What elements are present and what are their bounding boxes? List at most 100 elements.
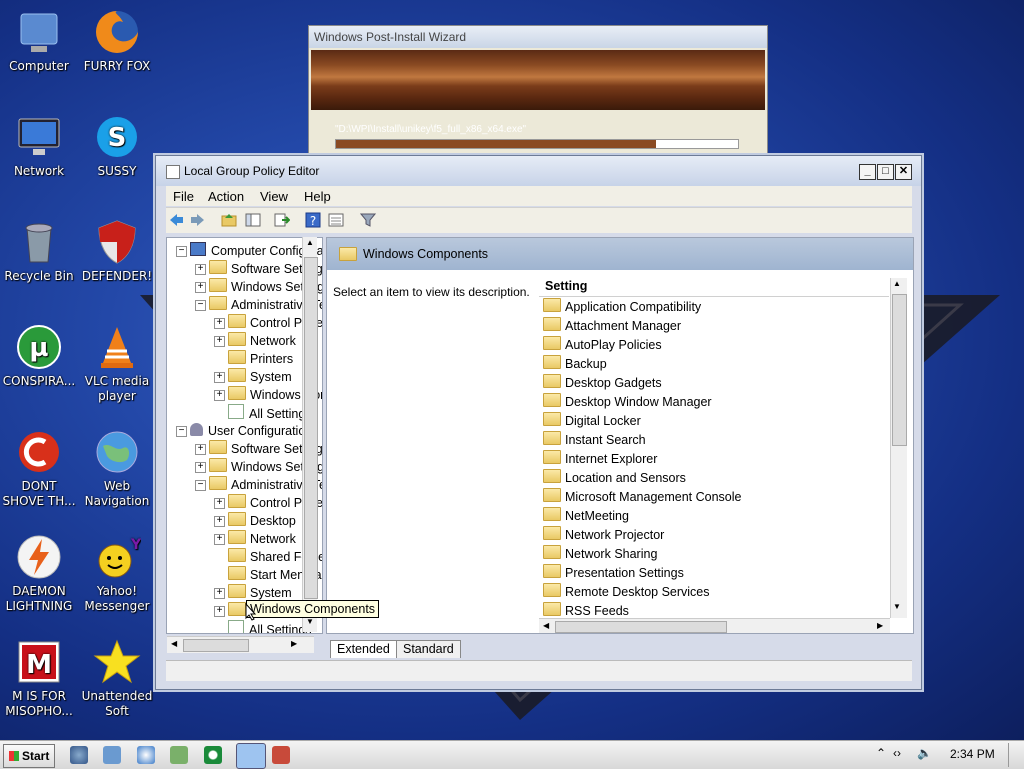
tree-hscroll-thumb[interactable] <box>183 639 249 652</box>
list-item[interactable]: Internet Explorer <box>543 450 657 469</box>
menu-view[interactable]: View <box>260 189 288 204</box>
gpo-taskbar-icon[interactable] <box>236 743 266 769</box>
desktop-icon-star[interactable]: Unattended Soft <box>78 638 156 719</box>
list-scroll-right-icon[interactable]: ▶ <box>877 621 883 630</box>
scroll-down-arrow-icon[interactable]: ▼ <box>304 617 316 631</box>
list-vertical-scrollbar[interactable]: ▲ ▼ <box>890 278 907 618</box>
collapse-icon[interactable]: − <box>195 300 206 311</box>
close-button[interactable]: ✕ <box>895 164 912 180</box>
menu-action[interactable]: Action <box>208 189 244 204</box>
desktop-icon-skype[interactable]: S SUSSY <box>78 113 156 179</box>
clock[interactable]: 2:34 PM <box>950 747 995 761</box>
collapse-icon[interactable]: − <box>176 246 187 257</box>
explorer-icon[interactable] <box>103 746 121 764</box>
expand-icon[interactable]: + <box>214 588 225 599</box>
expand-icon[interactable]: + <box>214 606 225 617</box>
navigation-tree[interactable]: −Computer Configuration+Software Setting… <box>166 237 323 634</box>
desktop-icon-utorrent[interactable]: µ CONSPIRA... <box>0 323 78 389</box>
editor-icon[interactable] <box>170 746 188 764</box>
properties-icon[interactable] <box>328 212 344 228</box>
tree-node[interactable]: + Network <box>214 530 296 548</box>
tree-node[interactable]: + Network <box>214 332 296 350</box>
collapse-icon[interactable]: − <box>195 480 206 491</box>
filter-icon[interactable] <box>360 212 376 228</box>
menu-file[interactable]: File <box>173 189 194 204</box>
volume-muted-icon[interactable]: 🔈 <box>917 746 932 760</box>
tab-standard[interactable]: Standard <box>396 640 461 658</box>
list-item[interactable]: Remote Desktop Services <box>543 583 710 602</box>
list-scroll-left-icon[interactable]: ◀ <box>543 621 549 630</box>
list-item[interactable]: Presentation Settings <box>543 564 684 583</box>
expand-icon[interactable]: + <box>195 462 206 473</box>
desktop-icon-daemon-tools[interactable]: DAEMON LIGHTNING <box>0 533 78 614</box>
utorrent-taskbar-icon[interactable] <box>204 746 222 764</box>
list-item[interactable]: Network Sharing <box>543 545 657 564</box>
list-item[interactable]: Location and Sensors <box>543 469 686 488</box>
expand-icon[interactable]: + <box>214 372 225 383</box>
list-hscroll-thumb[interactable] <box>555 621 727 633</box>
search-icon[interactable] <box>137 746 155 764</box>
expand-icon[interactable]: + <box>195 264 206 275</box>
forward-arrow-icon[interactable] <box>190 212 206 228</box>
export-list-icon[interactable] <box>274 212 290 228</box>
post-install-wizard-window[interactable]: Windows Post-Install Wizard "D:\WPI\Inst… <box>308 25 768 167</box>
tab-extended[interactable]: Extended <box>330 640 397 658</box>
tree-node[interactable]: All Settings <box>228 620 312 633</box>
tree-node[interactable]: − User Configuration <box>176 422 312 440</box>
list-item[interactable]: NetMeeting <box>543 507 629 526</box>
maximize-button[interactable]: □ <box>877 164 894 180</box>
desktop-icon-vlc[interactable]: VLC media player <box>78 323 156 404</box>
list-horizontal-scrollbar[interactable]: ◀ ▶ <box>539 618 890 633</box>
list-item[interactable]: Network Projector <box>543 526 664 545</box>
expand-icon[interactable]: + <box>214 516 225 527</box>
tree-vertical-scrollbar[interactable]: ▲ ▼ <box>302 237 318 632</box>
list-scroll-up-icon[interactable]: ▲ <box>893 279 901 288</box>
list-scroll-thumb[interactable] <box>892 294 907 446</box>
list-item[interactable]: Application Compatibility <box>543 298 701 317</box>
desktop-icon-globe[interactable]: Web Navigation <box>78 428 156 509</box>
list-item[interactable]: Digital Locker <box>543 412 641 431</box>
expand-icon[interactable]: + <box>195 282 206 293</box>
desktop-icon-mcafee[interactable]: M M IS FOR MISOPHO... <box>0 638 78 719</box>
desktop-icon-firefox[interactable]: FURRY FOX <box>78 8 156 74</box>
list-item[interactable]: Microsoft Management Console <box>543 488 741 507</box>
desktop-icon-network[interactable]: Network <box>0 113 78 179</box>
expand-icon[interactable]: + <box>214 336 225 347</box>
tree-scroll-thumb[interactable] <box>304 257 318 599</box>
show-hidden-icons-icon[interactable]: ⌃ <box>876 746 886 760</box>
column-header-setting[interactable]: Setting <box>539 278 889 297</box>
expand-icon[interactable]: + <box>214 318 225 329</box>
network-tray-icon[interactable]: ‹› <box>893 746 901 760</box>
desktop-icon-yahoo-messenger[interactable]: Y! Yahoo! Messenger <box>78 533 156 614</box>
list-item[interactable]: Desktop Gadgets <box>543 374 662 393</box>
back-arrow-icon[interactable] <box>168 212 184 228</box>
list-item[interactable]: Desktop Window Manager <box>543 393 712 412</box>
expand-icon[interactable]: + <box>214 498 225 509</box>
show-desktop-button[interactable] <box>1008 743 1023 767</box>
show-hide-tree-icon[interactable] <box>245 212 261 228</box>
collapse-icon[interactable]: − <box>176 426 187 437</box>
start-button[interactable]: Start <box>3 744 55 768</box>
list-item[interactable]: AutoPlay Policies <box>543 336 662 355</box>
desktop-icon-computer[interactable]: Computer <box>0 8 78 74</box>
scroll-up-arrow-icon[interactable]: ▲ <box>304 238 316 252</box>
list-item[interactable]: Attachment Manager <box>543 317 681 336</box>
desktop-icon-shield[interactable]: DEFENDER! <box>78 218 156 284</box>
tree-node[interactable]: + System <box>214 368 292 386</box>
expand-icon[interactable]: + <box>214 534 225 545</box>
up-folder-icon[interactable] <box>221 212 237 228</box>
expand-icon[interactable]: + <box>214 390 225 401</box>
expand-icon[interactable]: + <box>195 444 206 455</box>
wizard-taskbar-icon[interactable] <box>272 746 290 764</box>
title-bar[interactable]: Local Group Policy Editor _ □ ✕ <box>156 156 921 186</box>
help-icon[interactable]: ? <box>305 212 321 228</box>
scroll-right-arrow-icon[interactable]: ▶ <box>291 639 297 648</box>
desktop-icon-ccleaner[interactable]: DONT SHOVE TH... <box>0 428 78 509</box>
desktop-icon-recycle-bin[interactable]: Recycle Bin <box>0 218 78 284</box>
tree-horizontal-scrollbar[interactable]: ◀ ▶ <box>167 636 314 653</box>
tree-node[interactable]: All Settings <box>228 404 312 422</box>
tree-node[interactable]: Printers <box>228 350 293 368</box>
show-desktop-icon[interactable] <box>70 746 88 764</box>
scroll-left-arrow-icon[interactable]: ◀ <box>171 639 177 648</box>
list-item[interactable]: Backup <box>543 355 607 374</box>
